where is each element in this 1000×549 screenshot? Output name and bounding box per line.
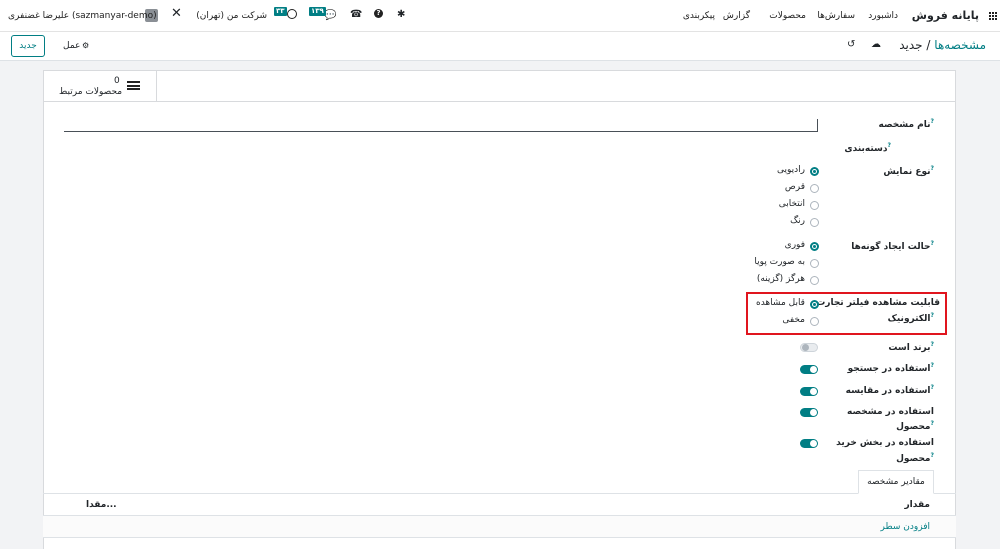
ecommerce-filter-label-line1: قابلیت مشاهده فیلتر تجارت — [816, 298, 940, 308]
menu-reporting[interactable]: گزارش — [723, 11, 750, 21]
category-label: دسته‌بندی? — [844, 142, 891, 154]
debug-bug-icon[interactable]: ✱ — [397, 9, 405, 20]
display-type-label: نوع نمایش? — [883, 165, 934, 177]
name-input-caret — [817, 119, 818, 132]
tab-attribute-values[interactable]: مقادیر مشخصه — [858, 470, 934, 494]
column-header-value[interactable]: مقدار — [904, 500, 930, 510]
create-variant-radio-dynamic[interactable] — [810, 259, 819, 268]
breadcrumb-current: جدید — [899, 38, 923, 52]
user-menu[interactable]: علیرضا غضنفری (sazmanyar-demo) — [8, 11, 157, 21]
table-row — [43, 516, 956, 538]
display-type-radio-color[interactable] — [810, 218, 819, 227]
create-variant-option-never[interactable]: هرگز (گزینه) — [757, 274, 805, 284]
stat-bar-divider — [157, 101, 956, 102]
name-label: نام مشخصه? — [878, 118, 934, 130]
menu-configuration[interactable]: پیکربندی — [683, 11, 715, 21]
menu-dashboard[interactable]: داشبورد — [868, 11, 898, 21]
use-in-compare-toggle[interactable] — [800, 387, 818, 396]
ecommerce-filter-radio-visible[interactable] — [810, 300, 819, 309]
display-type-option-radio[interactable]: رادیویی — [777, 165, 805, 175]
use-in-purchase-toggle[interactable] — [800, 439, 818, 448]
breadcrumb-parent[interactable]: مشخصه‌ها — [934, 38, 986, 52]
menu-orders[interactable]: سفارش‌ها — [817, 11, 855, 21]
display-type-option-color[interactable]: رنگ — [790, 216, 805, 226]
table-header — [43, 494, 956, 516]
column-header-value-truncated[interactable]: مقدا... — [86, 500, 117, 510]
help-icon[interactable]: ? — [374, 9, 383, 18]
create-variant-radio-instant[interactable] — [810, 242, 819, 251]
create-variant-label: حالت ایجاد گونه‌ها? — [851, 240, 934, 252]
action-menu-button[interactable]: عمل — [63, 41, 80, 51]
display-type-radio-radio[interactable] — [810, 167, 819, 176]
create-variant-option-instant[interactable]: فوری — [785, 240, 805, 250]
ecommerce-filter-option-visible[interactable]: قابل مشاهده — [756, 298, 805, 308]
use-in-purchase-label-line1: استفاده در بخش خرید — [836, 438, 934, 448]
create-variant-option-dynamic[interactable]: به صورت پویا — [754, 257, 805, 267]
use-in-spec-label-line1: استفاده در مشخصه — [846, 407, 934, 417]
stat-count: 0 — [114, 76, 120, 86]
breadcrumb: مشخصه‌ها / جدید — [899, 38, 986, 52]
gear-icon[interactable]: ⚙ — [82, 41, 89, 50]
use-in-compare-label: استفاده در مقایسه? — [845, 384, 934, 396]
create-variant-radio-never[interactable] — [810, 276, 819, 285]
use-in-search-label: استفاده در جستجو? — [847, 362, 934, 374]
chat-icon[interactable]: 💬 — [324, 10, 336, 21]
tools-icon[interactable]: ✕ — [171, 6, 182, 21]
list-icon — [127, 81, 140, 90]
menu-products[interactable]: محصولات — [769, 11, 806, 21]
ecommerce-filter-label-line2: الکترونیک? — [887, 312, 934, 324]
is-brand-label: برند است? — [888, 341, 934, 353]
discard-undo-icon[interactable]: ↺ — [847, 39, 855, 50]
is-brand-toggle[interactable] — [800, 343, 818, 352]
use-in-search-toggle[interactable] — [800, 365, 818, 374]
company-switcher[interactable]: شرکت من (تهران) — [196, 11, 267, 21]
display-type-option-select[interactable]: انتخابی — [779, 199, 805, 209]
stat-label: محصولات مرتبط — [59, 87, 123, 97]
activity-clock-icon[interactable] — [287, 9, 297, 19]
breadcrumb-separator: / — [926, 38, 931, 52]
use-in-spec-label-line2: محصول? — [896, 420, 934, 432]
add-line-link[interactable]: افزودن سطر — [881, 522, 930, 532]
apps-menu-icon[interactable] — [989, 12, 997, 20]
phone-icon[interactable]: ☎ — [350, 9, 362, 20]
use-in-purchase-label-line2: محصول? — [896, 452, 934, 464]
display-type-radio-select[interactable] — [810, 201, 819, 210]
app-brand[interactable]: پایانه فروش — [912, 9, 979, 22]
chat-badge: ۱۳۹ — [309, 7, 326, 16]
display-type-radio-pills[interactable] — [810, 184, 819, 193]
ecommerce-filter-radio-hidden[interactable] — [810, 317, 819, 326]
use-in-spec-toggle[interactable] — [800, 408, 818, 417]
display-type-option-pills[interactable]: قرص — [785, 182, 805, 192]
new-button[interactable]: جدید — [11, 35, 45, 57]
ecommerce-filter-option-hidden[interactable]: مخفی — [782, 315, 805, 325]
activity-badge: ۳۳ — [274, 7, 287, 16]
save-cloud-icon[interactable]: ☁ — [871, 39, 881, 50]
name-input[interactable] — [64, 131, 818, 132]
